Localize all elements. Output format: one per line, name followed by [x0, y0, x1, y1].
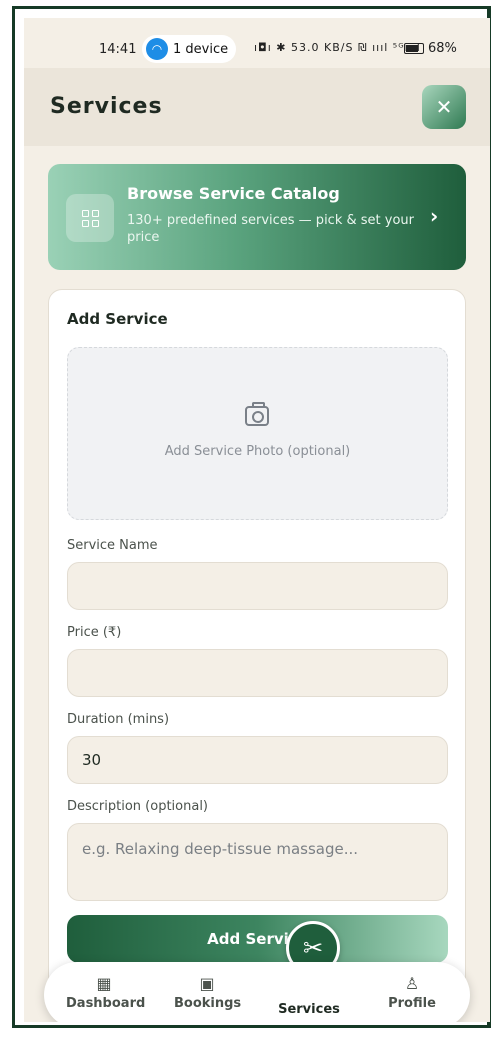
service-name-input[interactable] [67, 562, 448, 610]
nav-item-profile[interactable]: ♙ Profile [384, 974, 440, 1011]
battery-level: 68% [428, 41, 457, 56]
description-input[interactable] [67, 823, 448, 901]
add-service-button[interactable]: Add Service [67, 915, 448, 963]
photo-upload-area[interactable]: Add Service Photo (optional) [67, 347, 448, 520]
description-label: Description (optional) [67, 799, 209, 814]
nav-label-dashboard: Dashboard [66, 996, 146, 1011]
page-header: Services ✕ [24, 68, 490, 146]
nav-label-profile: Profile [388, 996, 436, 1011]
app-screen: 14:41 ◠ 1 device ı◘ı ✱ 53.0 KB/S ₪ ıııl … [24, 18, 490, 1022]
add-service-card: Add Service Add Service Photo (optional)… [48, 289, 466, 989]
catalog-title: Browse Service Catalog [127, 184, 340, 203]
battery-indicator: 68% [404, 41, 457, 56]
nav-item-dashboard[interactable]: ▦ Dashboard [66, 974, 146, 1011]
browse-catalog-banner[interactable]: Browse Service Catalog 130+ predefined s… [48, 164, 466, 270]
price-input[interactable] [67, 649, 448, 697]
hotspot-pill[interactable]: ◠ 1 device [142, 35, 236, 63]
user-icon: ♙ [404, 974, 420, 993]
chevron-right-icon: › [430, 204, 439, 228]
close-icon: ✕ [435, 95, 453, 119]
catalog-subtitle: 130+ predefined services — pick & set yo… [127, 213, 414, 245]
dashboard-icon: ▦ [96, 974, 112, 993]
nav-label-bookings: Bookings [174, 996, 242, 1011]
status-bar: 14:41 ◠ 1 device ı◘ı ✱ 53.0 KB/S ₪ ıııl … [24, 18, 490, 68]
nav-label-services: Services [278, 1002, 340, 1017]
photo-upload-label: Add Service Photo (optional) [164, 444, 351, 459]
camera-icon [245, 402, 269, 426]
calendar-icon: ▣ [199, 974, 215, 993]
price-label: Price (₹) [67, 625, 122, 640]
status-time: 14:41 [99, 42, 137, 57]
hotspot-label: 1 device [173, 41, 229, 57]
scissors-icon: ✂ [302, 934, 324, 962]
duration-input[interactable] [67, 736, 448, 784]
card-title: Add Service [67, 310, 168, 328]
service-name-label: Service Name [67, 538, 158, 553]
battery-icon [404, 43, 424, 54]
wifi-icon: ◠ [146, 38, 168, 60]
duration-label: Duration (mins) [67, 712, 170, 727]
bottom-nav: ▦ Dashboard ▣ Bookings Services ♙ Profil… [44, 962, 470, 1022]
nav-item-services[interactable]: Services [274, 1002, 344, 1017]
nav-item-bookings[interactable]: ▣ Bookings [174, 974, 242, 1011]
system-icons: ı◘ı ✱ 53.0 KB/S ₪ ıııl ⁵ᴳıııl [254, 41, 421, 54]
close-button[interactable]: ✕ [422, 85, 466, 129]
grid-icon [66, 194, 114, 242]
page-title: Services [50, 94, 163, 119]
